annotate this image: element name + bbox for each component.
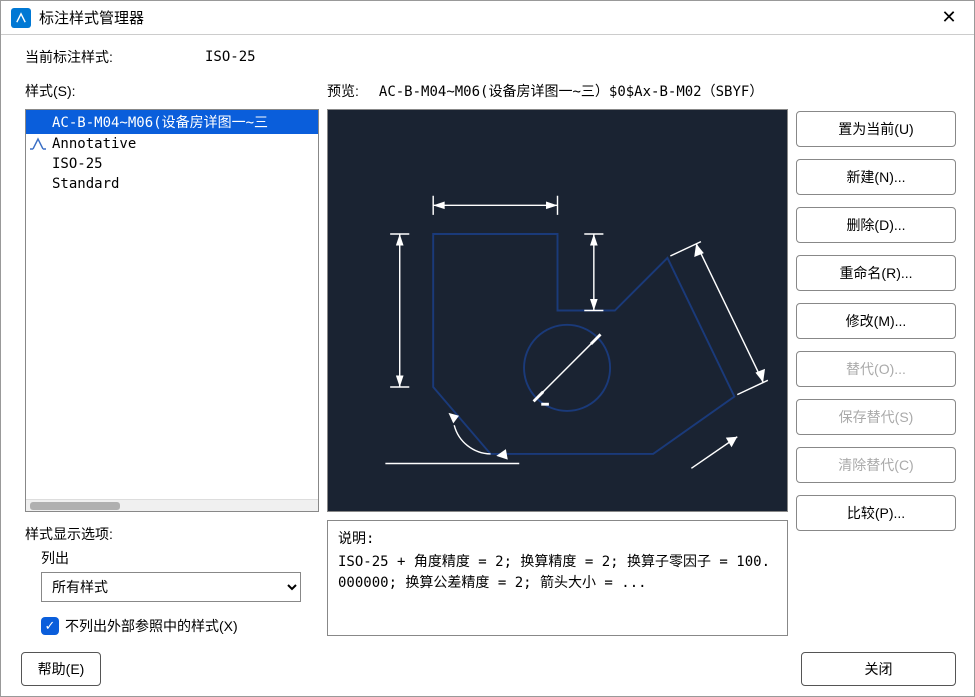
rename-button[interactable]: 重命名(R)... bbox=[796, 255, 956, 291]
hscrollbar[interactable] bbox=[26, 499, 318, 511]
style-list[interactable]: AC-B-M04~M06(设备房详图一~三 Annotative ISO-25 Sta… bbox=[25, 109, 319, 512]
compare-button[interactable]: 比较(P)... bbox=[796, 495, 956, 531]
titlebar: 标注样式管理器 ✕ bbox=[1, 1, 974, 35]
content-area: 当前标注样式: ISO-25 样式(S): 预览: AC-B-M04~M06(设… bbox=[1, 35, 974, 646]
delete-button[interactable]: 删除(D)... bbox=[796, 207, 956, 243]
preview-canvas bbox=[327, 109, 788, 512]
current-style-row: 当前标注样式: ISO-25 bbox=[19, 47, 319, 67]
description-body: ISO-25 + 角度精度 = 2; 换算精度 = 2; 换算子零因子 = 10… bbox=[338, 552, 777, 594]
preview-header: 预览: AC-B-M04~M06(设备房详图一~三）$0$Ax-B-M02（SB… bbox=[327, 75, 788, 101]
list-item[interactable]: Annotative bbox=[26, 134, 318, 154]
checkbox-checked-icon[interactable]: ✓ bbox=[41, 617, 59, 635]
list-item[interactable]: AC-B-M04~M06(设备房详图一~三 bbox=[26, 110, 318, 134]
list-item-label: ISO-25 bbox=[52, 156, 103, 172]
preview-label: 预览: bbox=[327, 81, 359, 101]
display-options: 样式显示选项: 列出 所有样式 ✓ 不列出外部参照中的样式(X) bbox=[19, 520, 319, 636]
description-box: 说明: ISO-25 + 角度精度 = 2; 换算精度 = 2; 换算子零因子 … bbox=[327, 520, 788, 636]
new-button[interactable]: 新建(N)... bbox=[796, 159, 956, 195]
current-style-label: 当前标注样式: bbox=[25, 47, 195, 67]
close-button[interactable]: 关闭 bbox=[801, 652, 956, 686]
action-buttons: 置为当前(U) 新建(N)... 删除(D)... 重命名(R)... 修改(M… bbox=[796, 109, 956, 574]
xref-checkbox-row[interactable]: ✓ 不列出外部参照中的样式(X) bbox=[41, 616, 319, 636]
list-item-label: AC-B-M04~M06(设备房详图一~三 bbox=[52, 112, 268, 132]
help-button[interactable]: 帮助(E) bbox=[21, 652, 101, 686]
override-button[interactable]: 替代(O)... bbox=[796, 351, 956, 387]
annotative-icon bbox=[30, 137, 46, 151]
preview-style-name: AC-B-M04~M06(设备房详图一~三）$0$Ax-B-M02（SBYF） bbox=[379, 81, 763, 101]
description-heading: 说明: bbox=[338, 529, 777, 550]
current-style-value: ISO-25 bbox=[205, 49, 256, 65]
list-item[interactable]: Standard bbox=[26, 174, 318, 194]
set-current-button[interactable]: 置为当前(U) bbox=[796, 111, 956, 147]
list-item-label: Standard bbox=[52, 176, 119, 192]
footer: 帮助(E) 关闭 bbox=[1, 646, 974, 696]
xref-checkbox-label: 不列出外部参照中的样式(X) bbox=[65, 616, 238, 636]
list-label: 列出 bbox=[41, 548, 319, 568]
list-filter-select[interactable]: 所有样式 bbox=[41, 572, 301, 602]
list-item-label: Annotative bbox=[52, 136, 136, 152]
close-icon[interactable]: ✕ bbox=[934, 8, 964, 28]
window-title: 标注样式管理器 bbox=[39, 7, 926, 28]
save-override-button[interactable]: 保存替代(S) bbox=[796, 399, 956, 435]
app-icon bbox=[11, 8, 31, 28]
list-item[interactable]: ISO-25 bbox=[26, 154, 318, 174]
clear-override-button[interactable]: 清除替代(C) bbox=[796, 447, 956, 483]
styles-label: 样式(S): bbox=[19, 75, 319, 101]
dimension-style-manager-window: 标注样式管理器 ✕ 当前标注样式: ISO-25 样式(S): 预览: AC-B… bbox=[0, 0, 975, 697]
display-options-heading: 样式显示选项: bbox=[25, 524, 319, 544]
hscroll-thumb[interactable] bbox=[30, 502, 120, 510]
modify-button[interactable]: 修改(M)... bbox=[796, 303, 956, 339]
